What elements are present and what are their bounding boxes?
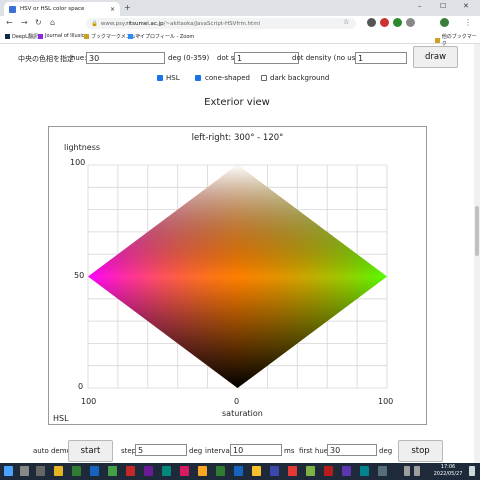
taskbar-app-icon[interactable] [270, 466, 279, 476]
chrome-taskbar-icon[interactable] [252, 466, 261, 476]
stop-button[interactable]: stop [398, 440, 443, 462]
first-hue-unit-label: deg [379, 447, 393, 455]
interval-unit-label: ms [284, 447, 295, 455]
clock-date: 2022/05/27 [433, 471, 463, 477]
taskbar-app-icon[interactable] [288, 466, 297, 476]
taskbar-app-icon[interactable] [342, 466, 351, 476]
taskbar-app-icon[interactable] [216, 466, 225, 476]
system-tray-icon[interactable] [404, 466, 410, 476]
taskbar-app-icon[interactable] [378, 466, 387, 476]
step-label: step [121, 447, 137, 455]
taskbar-app-icon[interactable] [234, 466, 243, 476]
scrollbar-thumb[interactable] [475, 206, 479, 256]
notification-icon[interactable] [469, 466, 475, 476]
taskbar-app-icon[interactable] [180, 466, 189, 476]
taskbar-clock[interactable]: 17:06 2022/05/27 [430, 464, 466, 478]
start-button[interactable]: start [68, 440, 113, 462]
windows-start-icon[interactable] [4, 466, 13, 476]
file-explorer-icon[interactable] [54, 466, 63, 476]
taskbar-app-icon[interactable] [144, 466, 153, 476]
taskbar-app-icon[interactable] [126, 466, 135, 476]
task-view-icon[interactable] [36, 466, 45, 476]
taskbar-app-icon[interactable] [90, 466, 99, 476]
taskbar-app-icon[interactable] [198, 466, 207, 476]
taskbar-app-icon[interactable] [108, 466, 117, 476]
system-tray-icon[interactable] [414, 466, 420, 476]
search-icon[interactable] [20, 466, 29, 476]
step-unit-label: deg [189, 447, 203, 455]
interval-input[interactable]: 10 [230, 444, 282, 456]
clock-time: 17:06 [440, 464, 456, 470]
taskbar-app-icon[interactable] [360, 466, 369, 476]
interval-label: interval [205, 447, 232, 455]
taskbar-app-icon[interactable] [306, 466, 315, 476]
taskbar-app-icon[interactable] [162, 466, 171, 476]
color-diamond-lightness [88, 165, 387, 388]
first-hue-label: first hue [299, 447, 329, 455]
taskbar-app-icon[interactable] [72, 466, 81, 476]
taskbar-app-icon[interactable] [324, 466, 333, 476]
step-input[interactable]: 5 [135, 444, 187, 456]
hsl-cone-plot [87, 164, 388, 389]
first-hue-input[interactable]: 30 [327, 444, 377, 456]
